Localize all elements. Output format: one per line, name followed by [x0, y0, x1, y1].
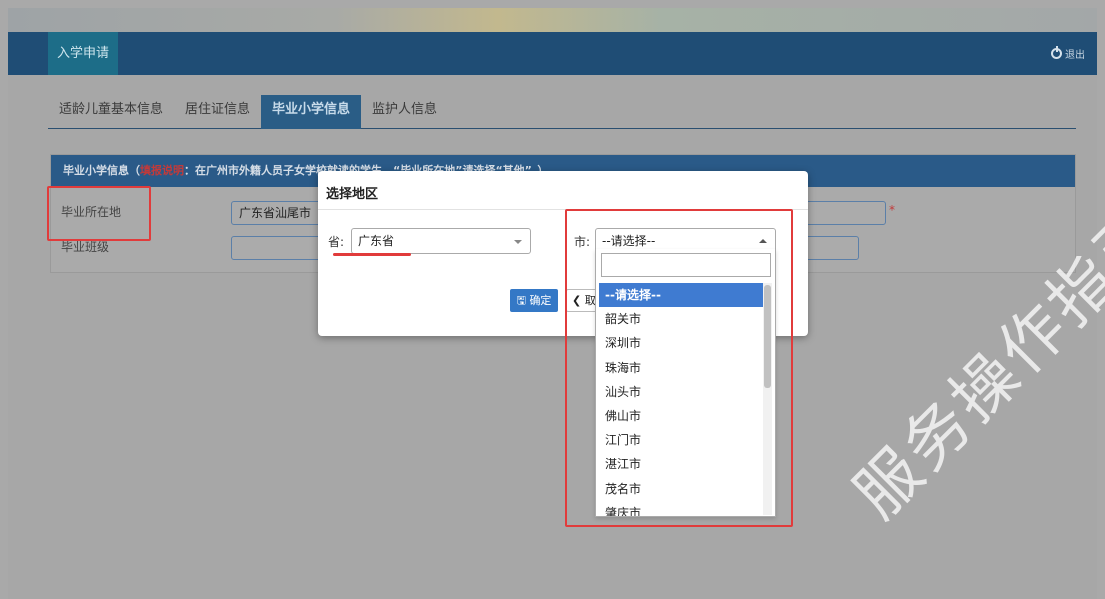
tab-graduate-school[interactable]: 毕业小学信息 — [261, 95, 362, 129]
required-mark: * — [889, 203, 895, 217]
province-select[interactable]: 广东省 — [351, 228, 531, 254]
tab-residence-permit[interactable]: 居住证信息 — [174, 95, 261, 129]
province-value: 广东省 — [358, 234, 395, 248]
highlight-province-underline — [333, 253, 411, 256]
highlight-city-dropdown — [565, 209, 793, 527]
tab-bar: 适龄儿童基本信息 居住证信息 毕业小学信息 监护人信息 — [48, 95, 1076, 129]
highlight-location-label — [47, 186, 151, 241]
top-navbar: 入学申请 退出 — [8, 32, 1097, 75]
nav-enrollment-application[interactable]: 入学申请 — [48, 32, 119, 75]
confirm-button[interactable]: 🖫 确定 — [510, 289, 558, 312]
panel-title-start: 毕业小学信息（ — [63, 164, 140, 177]
confirm-label: 确定 — [529, 294, 552, 307]
logout-label: 退出 — [1065, 50, 1085, 61]
province-label: 省: — [328, 235, 345, 249]
logout-button[interactable]: 退出 — [1051, 46, 1085, 61]
main-content: 适龄儿童基本信息 居住证信息 毕业小学信息 监护人信息 毕业小学信息（填报说明：… — [8, 75, 1097, 599]
tab-guardian-info[interactable]: 监护人信息 — [361, 95, 448, 129]
dialog-title: 选择地区 — [326, 187, 379, 202]
save-icon: 🖫 — [516, 294, 526, 307]
panel-title-note: 填报说明 — [140, 164, 184, 177]
power-icon — [1051, 46, 1062, 59]
header-banner — [8, 8, 1097, 32]
chevron-down-icon — [514, 240, 522, 244]
tab-child-basic-info[interactable]: 适龄儿童基本信息 — [48, 95, 174, 129]
